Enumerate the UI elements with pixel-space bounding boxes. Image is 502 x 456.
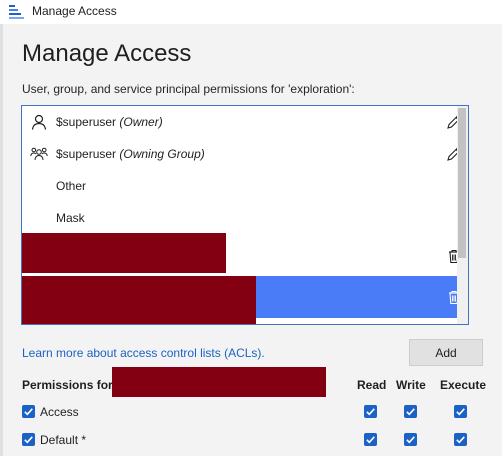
acl-row-redacted-selected[interactable] bbox=[22, 276, 468, 324]
default-execute-checkbox[interactable] bbox=[454, 433, 467, 446]
page-title: Manage Access bbox=[22, 40, 192, 67]
window-title: Manage Access bbox=[32, 4, 117, 18]
person-icon bbox=[30, 113, 48, 131]
acl-principal-name: Mask bbox=[56, 211, 85, 225]
group-icon bbox=[30, 145, 48, 163]
add-button[interactable]: Add bbox=[409, 339, 483, 366]
access-row-label: Access bbox=[40, 405, 79, 419]
manage-access-window: Manage Access Manage Access User, group,… bbox=[0, 0, 502, 456]
acl-row-owning-group[interactable]: $superuser (Owning Group) bbox=[22, 138, 468, 170]
scrollbar-thumb[interactable] bbox=[458, 108, 466, 258]
acl-list-scrollbar[interactable] bbox=[457, 106, 468, 324]
default-row-label: Default * bbox=[40, 433, 87, 447]
default-write-checkbox[interactable] bbox=[404, 433, 417, 446]
storage-explorer-icon bbox=[8, 4, 26, 20]
redacted-principal bbox=[22, 233, 226, 273]
acl-principal-role: (Owning Group) bbox=[119, 147, 205, 161]
access-write-checkbox[interactable] bbox=[404, 405, 417, 418]
window-edge bbox=[0, 24, 3, 456]
acl-principal-name: Other bbox=[56, 179, 87, 193]
access-enabled-checkbox[interactable] bbox=[22, 405, 35, 418]
redacted-principal bbox=[22, 276, 256, 324]
column-header-write: Write bbox=[396, 378, 426, 392]
acl-row-label: $superuser (Owner) bbox=[56, 115, 163, 129]
access-execute-checkbox[interactable] bbox=[454, 405, 467, 418]
column-header-execute: Execute bbox=[440, 378, 487, 392]
column-header-read: Read bbox=[357, 378, 387, 392]
acl-row-redacted[interactable] bbox=[22, 233, 468, 274]
default-enabled-checkbox[interactable] bbox=[22, 433, 35, 446]
permissions-for-label: Permissions for: bbox=[22, 378, 117, 392]
access-read-checkbox[interactable] bbox=[364, 405, 377, 418]
acl-row-other[interactable]: Other bbox=[22, 170, 468, 202]
redacted-selected-principal bbox=[112, 367, 326, 397]
acl-row-label: $superuser (Owning Group) bbox=[56, 147, 205, 161]
acl-principal-name: $superuser bbox=[56, 115, 117, 129]
acl-principal-name: $superuser bbox=[56, 147, 117, 161]
page-subtitle: User, group, and service principal permi… bbox=[22, 82, 355, 96]
acl-entry-list[interactable]: $superuser (Owner) $superuser (Owning Gr… bbox=[21, 105, 469, 325]
acl-principal-role: (Owner) bbox=[119, 115, 163, 129]
acl-row-mask[interactable]: Mask bbox=[22, 202, 468, 234]
acl-row-owner[interactable]: $superuser (Owner) bbox=[22, 106, 468, 138]
title-bar: Manage Access bbox=[0, 0, 502, 24]
default-read-checkbox[interactable] bbox=[364, 433, 377, 446]
learn-more-acl-link[interactable]: Learn more about access control lists (A… bbox=[22, 346, 265, 360]
